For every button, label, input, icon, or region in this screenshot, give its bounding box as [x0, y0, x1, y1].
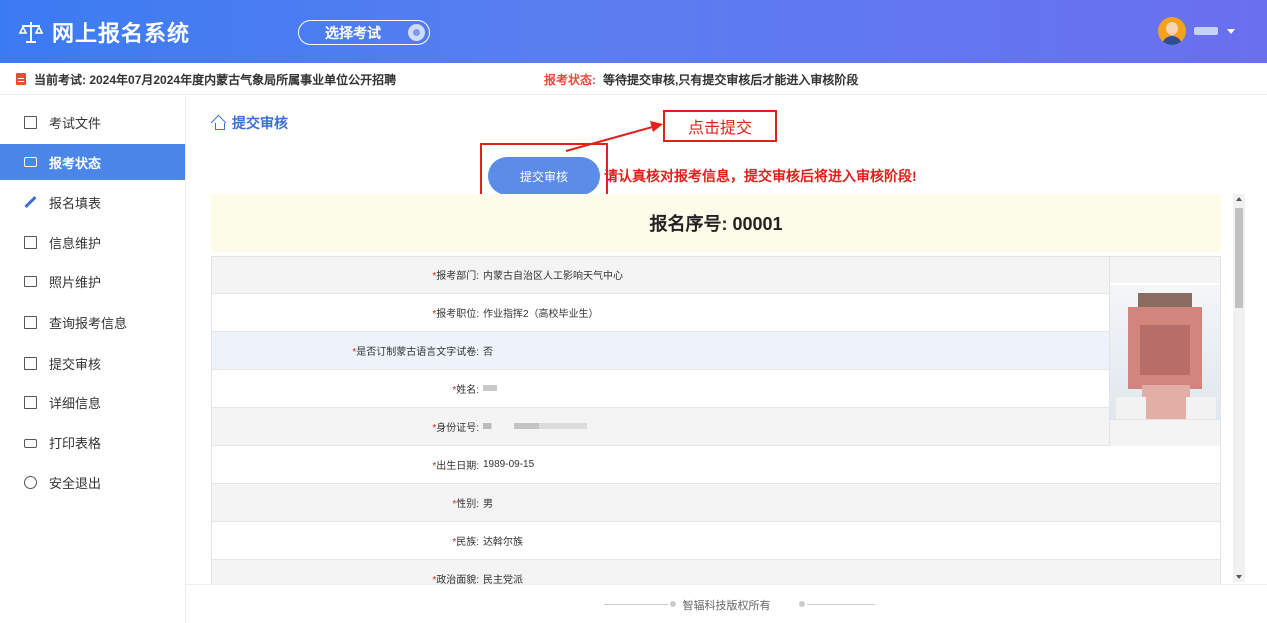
select-exam-button[interactable]: 选择考试 [298, 20, 430, 45]
field-label: *报考职位: [432, 309, 479, 320]
sidebar-item-label: 安全退出 [49, 475, 102, 491]
exam-info-bar: 当前考试: 2024年07月2024年度内蒙古气象局所属事业单位公开招聘 报考状… [0, 63, 1267, 95]
app-logo: 网上报名系统 [18, 17, 190, 47]
main-content: 提交审核 提交审核 点击提交 请认真核对报考信息，提交审核后将进入审核阶段! 报… [186, 96, 1267, 623]
table-row: *报考部门: 内蒙古自治区人工影响天气中心 [211, 256, 1109, 294]
chevron-down-icon[interactable] [1227, 28, 1235, 34]
sidebar-item-photo[interactable]: 照片维护 [0, 263, 185, 299]
sidebar-item-label: 照片维护 [49, 274, 102, 290]
toggle-knob-icon [408, 24, 425, 41]
annotation-callout: 点击提交 [663, 110, 777, 142]
sidebar-item-detail[interactable]: 详细信息 [0, 384, 185, 420]
sidebar-item-label: 提交审核 [49, 356, 102, 372]
sidebar-item-label: 信息维护 [49, 235, 102, 251]
sidebar-item-info-maintain[interactable]: 信息维护 [0, 224, 185, 260]
field-label: *出生日期: [432, 461, 479, 472]
list-icon [24, 395, 37, 409]
image-icon [24, 275, 37, 287]
sidebar-item-label: 详细信息 [49, 395, 102, 411]
sidebar-item-label: 报考状态 [49, 155, 102, 171]
registration-serial: 报名序号: 00001 [211, 194, 1221, 252]
current-exam: 当前考试: 2024年07月2024年度内蒙古气象局所属事业单位公开招聘 [34, 73, 397, 87]
photo-cell [1109, 256, 1221, 446]
field-label: *身份证号: [432, 423, 479, 434]
field-label: *性别: [452, 499, 479, 510]
sidebar-item-label: 查询报考信息 [49, 315, 128, 331]
home-icon [212, 116, 226, 130]
field-label: *民族: [452, 537, 479, 548]
status-label: 报考状态: [544, 73, 596, 87]
field-value-redacted [481, 383, 497, 394]
list-icon [24, 315, 37, 329]
warning-text: 请认真核对报考信息，提交审核后将进入审核阶段! [604, 168, 917, 184]
copyright-text: 智辐科技版权所有 [682, 600, 771, 612]
avatar[interactable] [1158, 17, 1186, 45]
select-exam-label: 选择考试 [325, 24, 381, 41]
applicant-photo [1110, 285, 1221, 419]
table-row: *是否订制蒙古语言文字试卷: 否 [211, 332, 1109, 370]
sidebar-item-print[interactable]: 打印表格 [0, 424, 185, 460]
breadcrumb: 提交审核 [212, 113, 288, 133]
table-row: *报考职位: 作业指挥2（高校毕业生） [211, 294, 1109, 332]
table-row: *出生日期: 1989-09-15 [211, 446, 1221, 484]
scroll-down-icon[interactable] [1236, 575, 1242, 579]
page-title: 提交审核 [232, 115, 288, 131]
scales-icon [18, 22, 44, 43]
user-menu[interactable] [1158, 15, 1235, 47]
sidebar-item-label: 考试文件 [49, 115, 102, 131]
sidebar-item-label: 报名填表 [49, 195, 102, 211]
field-value-redacted [481, 421, 587, 432]
sidebar-item-status[interactable]: 报考状态 [0, 144, 185, 180]
file-icon [24, 115, 37, 129]
print-icon [24, 438, 37, 448]
pencil-icon [24, 196, 37, 209]
list-icon [24, 235, 37, 249]
sidebar-item-submit[interactable]: 提交审核 [0, 345, 185, 381]
monitor-icon [24, 157, 37, 167]
field-label: *是否订制蒙古语言文字试卷: [352, 347, 479, 358]
sidebar-item-query[interactable]: 查询报考信息 [0, 304, 185, 340]
field-value: 1989-09-15 [483, 459, 535, 470]
field-value: 民主党派 [483, 575, 523, 584]
sidebar-item-exam-files[interactable]: 考试文件 [0, 104, 185, 140]
sidebar-item-label: 打印表格 [49, 435, 102, 451]
field-value: 达斡尔族 [483, 537, 523, 548]
panel-scrollbar[interactable] [1233, 194, 1245, 582]
field-value: 内蒙古自治区人工影响天气中心 [483, 271, 623, 282]
username-redacted[interactable] [1194, 27, 1218, 35]
top-header: 网上报名系统 选择考试 [0, 0, 1267, 63]
scroll-thumb[interactable] [1235, 208, 1243, 308]
table-row: *姓名: [211, 370, 1109, 408]
power-icon [24, 475, 37, 489]
sidebar: 考试文件 报考状态 报名填表 信息维护 照片维护 查询报考信息 提交审核 详细信… [0, 96, 186, 623]
field-label: *姓名: [452, 385, 479, 396]
registration-panel: 报名序号: 00001 *报考部门: 内蒙古自治区人工影响天气中心 *报考职位:… [211, 194, 1232, 584]
table-row: *政治面貌: 民主党派 [211, 560, 1221, 584]
table-row: *民族: 达斡尔族 [211, 522, 1221, 560]
calendar-icon [24, 356, 37, 370]
sidebar-item-fill-form[interactable]: 报名填表 [0, 184, 185, 220]
sidebar-item-logout[interactable]: 安全退出 [0, 464, 185, 500]
table-row: *性别: 男 [211, 484, 1221, 522]
field-value: 男 [483, 499, 493, 510]
field-value: 作业指挥2（高校毕业生） [483, 309, 599, 320]
field-value: 否 [483, 347, 493, 358]
field-label: *政治面貌: [432, 575, 479, 584]
status-text: 等待提交审核,只有提交审核后才能进入审核阶段 [603, 73, 859, 87]
document-icon [16, 73, 26, 85]
table-row: *身份证号: [211, 408, 1109, 446]
app-title: 网上报名系统 [52, 21, 191, 46]
scroll-up-icon[interactable] [1236, 197, 1242, 201]
field-label: *报考部门: [432, 271, 479, 282]
footer: 智辐科技版权所有 [186, 584, 1267, 623]
